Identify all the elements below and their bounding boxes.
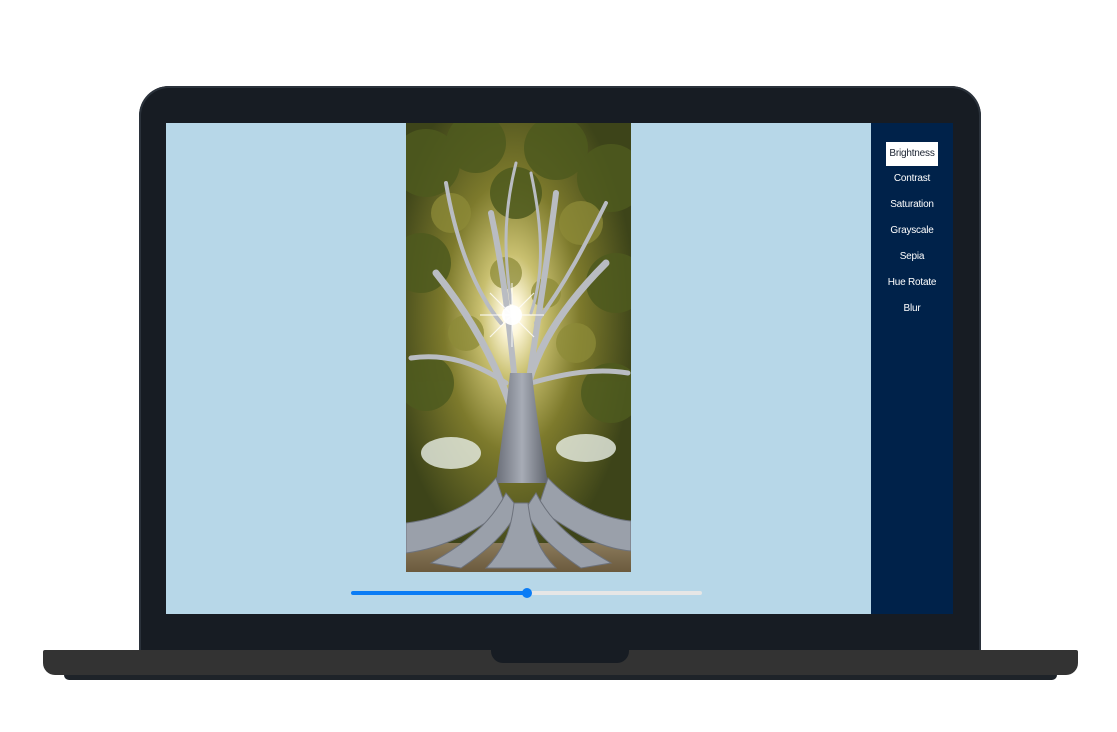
filter-sidebar: Brightness Contrast Saturation Grayscale… [871,123,953,614]
menu-item-blur[interactable]: Blur [886,298,938,320]
menu-item-grayscale[interactable]: Grayscale [886,220,938,242]
tree-photo-image [406,123,631,572]
filter-menu: Brightness Contrast Saturation Grayscale… [871,142,953,324]
slider-fill [351,591,527,595]
laptop-notch [491,650,629,663]
brightness-slider[interactable] [351,588,702,598]
tree-photo [406,123,631,572]
menu-item-sepia[interactable]: Sepia [886,246,938,268]
app-screen: Brightness Contrast Saturation Grayscale… [166,123,953,614]
menu-item-hue-rotate[interactable]: Hue Rotate [886,272,938,294]
menu-item-brightness[interactable]: Brightness [886,142,938,166]
laptop-mockup: Brightness Contrast Saturation Grayscale… [0,0,1117,732]
menu-item-contrast[interactable]: Contrast [886,168,938,190]
slider-thumb[interactable] [521,588,532,598]
menu-item-saturation[interactable]: Saturation [886,194,938,216]
laptop-base-foot [64,675,1057,680]
